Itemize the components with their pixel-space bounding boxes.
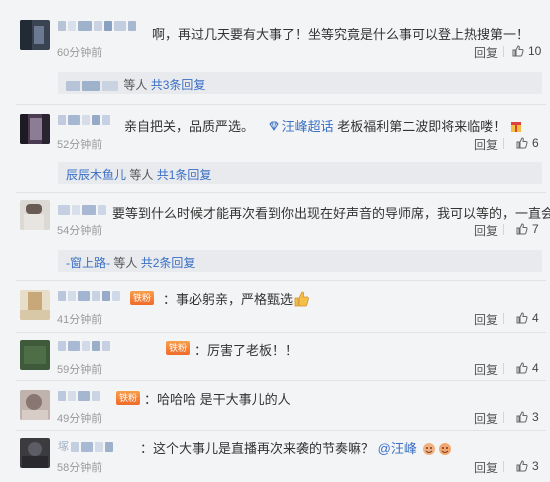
fan-badge[interactable]: 铁粉 (116, 390, 141, 405)
thumbs-up-icon (516, 137, 528, 149)
like-count: 4 (532, 361, 539, 375)
sub-mid: 等人 (123, 78, 148, 92)
sub-count-link[interactable]: 共2条回复 (141, 256, 196, 270)
sub-user[interactable] (66, 78, 120, 92)
comment-text: ：事必躬亲，严格甄选 (163, 289, 309, 308)
diamond-icon (268, 121, 279, 131)
divider (16, 280, 546, 281)
like-button[interactable]: 3 (516, 410, 539, 424)
like-count: 6 (532, 136, 539, 150)
divider (503, 412, 504, 423)
username[interactable]: 塚 (58, 438, 115, 453)
divider (16, 380, 546, 381)
gift-emoji-icon (510, 122, 521, 132)
emoji-face-icon (439, 443, 452, 455)
comment-text: 要等到什么时候才能再次看到你出现在好声音的导师席，我可以等的，一直会的 (112, 206, 550, 221)
like-button[interactable]: 10 (512, 44, 541, 58)
reply-button[interactable]: 回复 (474, 222, 498, 239)
thumbs-up-icon (516, 312, 528, 324)
reply-button[interactable]: 回复 (474, 361, 498, 378)
sub-replies[interactable]: 辰辰木鱼儿 等人 共1条回复 (58, 162, 542, 184)
reply-button[interactable]: 回复 (474, 311, 498, 328)
avatar[interactable] (20, 340, 50, 370)
comment-text: ：这个大事儿是直播再次来袭的节奏嘛？ @汪峰 (140, 438, 452, 457)
comment-text: ：厉害了老板！！ (194, 343, 299, 358)
username[interactable] (58, 390, 102, 404)
sub-mid: 等人 (113, 256, 138, 270)
thumbs-up-icon (516, 411, 528, 423)
avatar[interactable] (20, 20, 50, 50)
like-button[interactable]: 4 (516, 361, 539, 375)
like-count: 7 (532, 222, 539, 236)
like-count: 3 (532, 410, 539, 424)
like-count: 4 (532, 311, 539, 325)
comment-text: ：哈哈哈 是干大事儿的人 (144, 392, 291, 407)
thumbs-up-icon (516, 223, 528, 235)
topic-link[interactable]: 汪峰超话 (258, 119, 334, 134)
reply-button[interactable]: 回复 (474, 410, 498, 427)
avatar[interactable] (20, 114, 50, 144)
comment-time: 49分钟前 (57, 413, 103, 425)
like-button[interactable]: 3 (516, 459, 539, 473)
comment-time: 59分钟前 (57, 364, 103, 376)
divider (503, 363, 504, 374)
thumbs-up-icon (512, 45, 524, 57)
divider (16, 104, 546, 105)
thumbs-up-emoji-icon (294, 291, 309, 307)
avatar[interactable] (20, 290, 50, 320)
reply-button[interactable]: 回复 (474, 459, 498, 476)
comment-time: 60分钟前 (57, 47, 103, 59)
mention-link[interactable]: @汪峰 (378, 441, 417, 456)
divider (503, 224, 504, 235)
avatar[interactable] (20, 200, 50, 230)
comment-feed: 啊，再过几天要有大事了！坐等究竟是什么事可以登上热搜第一！ 60分钟前 回复 1… (0, 0, 550, 482)
divider (503, 313, 504, 324)
avatar[interactable] (20, 390, 50, 420)
divider (16, 192, 546, 193)
avatar[interactable] (20, 438, 50, 468)
sub-mid: 等人 (129, 168, 154, 182)
sub-count-link[interactable]: 共3条回复 (151, 78, 206, 92)
thumbs-up-icon (516, 362, 528, 374)
username[interactable] (58, 290, 122, 304)
like-button[interactable]: 7 (516, 222, 539, 236)
divider (16, 332, 546, 333)
sub-replies[interactable]: 等人 共3条回复 (58, 72, 542, 94)
comment-time: 52分钟前 (57, 139, 103, 151)
sub-user-link[interactable]: 辰辰木鱼儿 (66, 168, 126, 182)
comment-time: 58分钟前 (57, 462, 103, 474)
reply-button[interactable]: 回复 (474, 44, 498, 61)
divider (16, 430, 546, 431)
comment-text: 啊，再过几天要有大事了！坐等究竟是什么事可以登上热搜第一！ (152, 27, 530, 42)
divider (503, 138, 504, 149)
username[interactable] (58, 20, 138, 34)
thumbs-up-icon (516, 460, 528, 472)
fan-badge[interactable]: 铁粉 (166, 340, 191, 355)
like-button[interactable]: 4 (516, 311, 539, 325)
sub-user-link[interactable]: -窗上路- (66, 256, 110, 270)
sub-replies[interactable]: -窗上路- 等人 共2条回复 (58, 250, 542, 272)
emoji-face-icon (423, 443, 436, 455)
username[interactable] (58, 114, 112, 128)
like-count: 10 (528, 44, 542, 58)
comment-time: 41分钟前 (57, 314, 103, 326)
sub-count-link[interactable]: 共1条回复 (157, 168, 212, 182)
divider (503, 461, 504, 472)
comment-time: 54分钟前 (57, 225, 103, 237)
fan-badge[interactable]: 铁粉 (130, 290, 155, 305)
username[interactable] (58, 204, 108, 218)
divider (503, 46, 504, 57)
comment-text: 亲自把关，品质严选。 汪峰超话 老板福利第二波即将来临喽！ (124, 116, 522, 135)
username[interactable] (58, 340, 112, 354)
like-count: 3 (532, 459, 539, 473)
like-button[interactable]: 6 (516, 136, 539, 150)
reply-button[interactable]: 回复 (474, 136, 498, 153)
